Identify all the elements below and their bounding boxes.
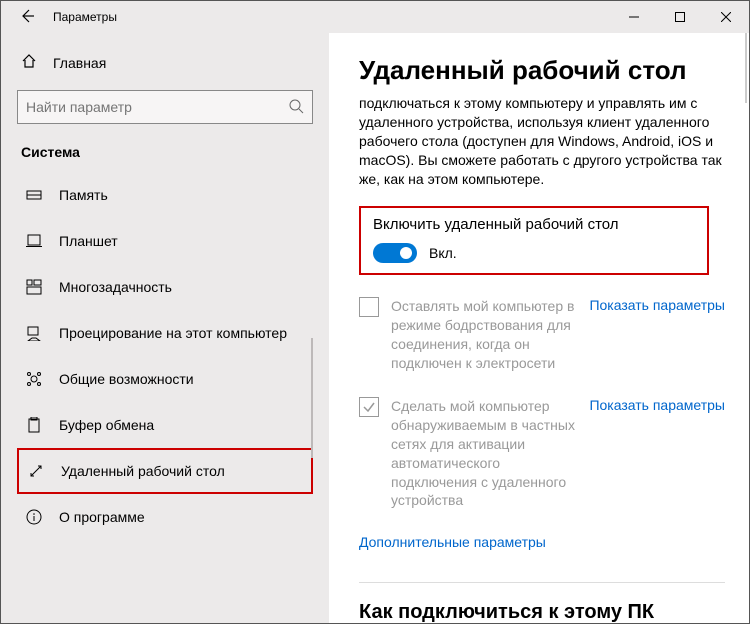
connect-heading: Как подключиться к этому ПК	[359, 601, 725, 623]
sidebar-item-label: Многозадачность	[59, 279, 172, 295]
sidebar-item-label: Проецирование на этот компьютер	[59, 325, 287, 341]
show-params-link[interactable]: Показать параметры	[589, 397, 725, 413]
storage-icon	[25, 187, 43, 203]
section-heading: Система	[17, 144, 313, 172]
sidebar-item-label: Общие возможности	[59, 371, 194, 387]
sidebar-item-shared[interactable]: Общие возможности	[17, 356, 313, 402]
toggle-state: Вкл.	[429, 245, 457, 261]
page-title: Удаленный рабочий стол	[359, 55, 725, 86]
home-icon	[21, 53, 37, 72]
multitask-icon	[25, 279, 43, 295]
clipboard-icon	[25, 417, 43, 433]
advanced-settings-link[interactable]: Дополнительные параметры	[359, 534, 725, 550]
close-button[interactable]	[703, 1, 749, 33]
sidebar-item-storage[interactable]: Память	[17, 172, 313, 218]
projecting-icon	[25, 325, 43, 341]
maximize-button[interactable]	[657, 1, 703, 33]
setting-text: Оставлять мой компьютер в режиме бодрств…	[391, 297, 577, 373]
sidebar-item-label: Удаленный рабочий стол	[61, 463, 225, 479]
setting-keep-awake: Оставлять мой компьютер в режиме бодрств…	[359, 297, 725, 373]
sidebar-item-tablet[interactable]: Планшет	[17, 218, 313, 264]
remote-desktop-toggle-block: Включить удаленный рабочий стол Вкл.	[359, 206, 709, 275]
sidebar-item-label: О программе	[59, 509, 145, 525]
remote-desktop-icon	[27, 463, 45, 479]
home-link[interactable]: Главная	[17, 47, 313, 90]
sidebar: Главная Система Память Планшет	[1, 33, 329, 623]
setting-discoverable: Сделать мой компьютер обнаруживаемым в ч…	[359, 397, 725, 510]
show-params-link[interactable]: Показать параметры	[589, 297, 725, 313]
info-icon	[25, 509, 43, 525]
window-title: Параметры	[53, 10, 117, 24]
content-scroll-indicator	[745, 33, 747, 103]
sidebar-item-projecting[interactable]: Проецирование на этот компьютер	[17, 310, 313, 356]
search-icon	[288, 98, 304, 117]
sidebar-item-about[interactable]: О программе	[17, 494, 313, 540]
keep-awake-checkbox[interactable]	[359, 297, 379, 317]
titlebar: Параметры	[1, 1, 749, 33]
content-area: Удаленный рабочий стол подключаться к эт…	[329, 33, 749, 623]
setting-text: Сделать мой компьютер обнаруживаемым в ч…	[391, 397, 577, 510]
sidebar-item-label: Буфер обмена	[59, 417, 154, 433]
remote-desktop-toggle[interactable]	[373, 243, 417, 263]
search-input[interactable]	[17, 90, 313, 124]
sidebar-item-label: Планшет	[59, 233, 118, 249]
sidebar-item-clipboard[interactable]: Буфер обмена	[17, 402, 313, 448]
sidebar-item-multitask[interactable]: Многозадачность	[17, 264, 313, 310]
sidebar-scroll-indicator	[311, 338, 313, 458]
sidebar-item-label: Память	[59, 187, 108, 203]
divider	[359, 582, 725, 583]
back-icon[interactable]	[19, 8, 35, 27]
sidebar-item-remote-desktop[interactable]: Удаленный рабочий стол	[17, 448, 313, 494]
toggle-label: Включить удаленный рабочий стол	[373, 216, 695, 233]
page-description: подключаться к этому компьютеру и управл…	[359, 94, 725, 188]
discoverable-checkbox[interactable]	[359, 397, 379, 417]
tablet-icon	[25, 233, 43, 249]
shared-icon	[25, 371, 43, 387]
minimize-button[interactable]	[611, 1, 657, 33]
home-label: Главная	[53, 55, 106, 71]
